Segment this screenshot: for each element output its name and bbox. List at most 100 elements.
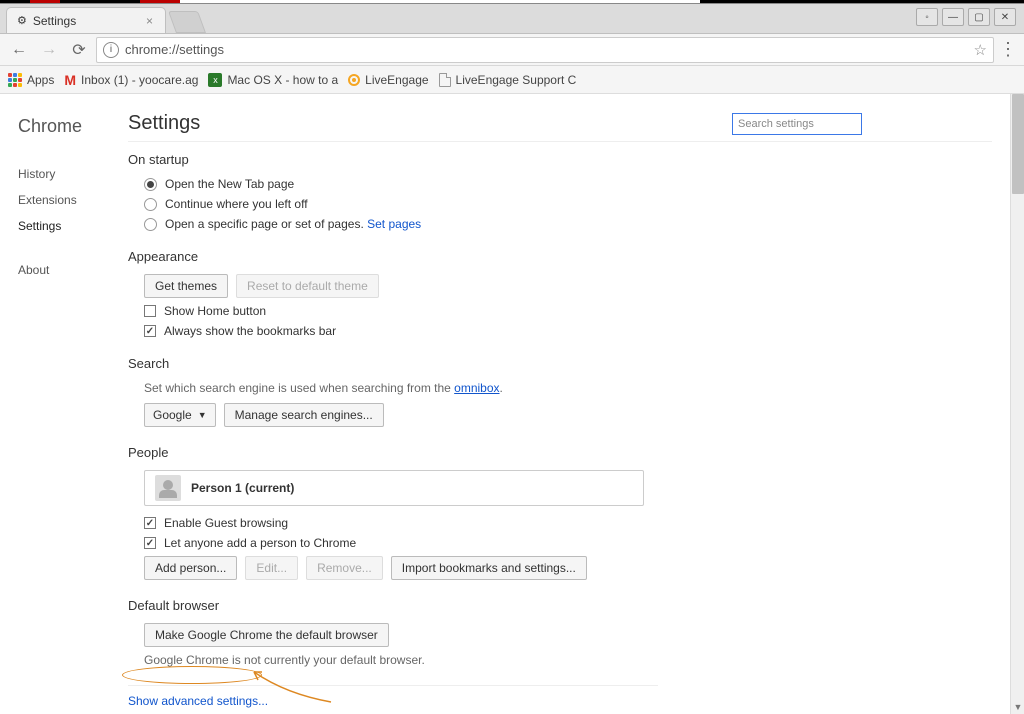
checkbox-icon[interactable]: [144, 517, 156, 529]
reset-theme-button: Reset to default theme: [236, 274, 379, 298]
bookmark-star-icon[interactable]: ☆: [974, 41, 987, 59]
make-default-browser-button[interactable]: Make Google Chrome the default browser: [144, 623, 389, 647]
startup-option-newtab[interactable]: Open the New Tab page: [144, 177, 808, 191]
site-info-icon[interactable]: i: [103, 42, 119, 58]
radio-icon[interactable]: [144, 198, 157, 211]
site-icon: [348, 74, 360, 86]
tab-strip: ⚙ Settings ×: [0, 3, 202, 33]
startup-option-specific[interactable]: Open a specific page or set of pages. Se…: [144, 217, 808, 231]
option-label: Continue where you left off: [165, 197, 308, 211]
option-label: Show Home button: [164, 304, 266, 318]
section-title: Appearance: [128, 249, 808, 264]
omnibox-link[interactable]: omnibox: [454, 381, 499, 395]
default-browser-status: Google Chrome is not currently your defa…: [144, 653, 808, 667]
section-title: People: [128, 445, 808, 460]
guest-browsing-checkbox[interactable]: Enable Guest browsing: [144, 516, 808, 530]
tab-settings[interactable]: ⚙ Settings ×: [6, 7, 166, 33]
avatar-icon: [155, 475, 181, 501]
section-search: Search Set which search engine is used w…: [128, 356, 808, 427]
bookmark-label: Inbox (1) - yoocare.ag: [81, 73, 198, 87]
show-home-checkbox[interactable]: Show Home button: [144, 304, 808, 318]
checkbox-icon[interactable]: [144, 537, 156, 549]
apps-shortcut[interactable]: Apps: [8, 73, 54, 87]
radio-icon[interactable]: [144, 178, 157, 191]
manage-search-engines-button[interactable]: Manage search engines...: [224, 403, 384, 427]
bookmark-bar: Apps M Inbox (1) - yoocare.ag x Mac OS X…: [0, 66, 1024, 94]
anyone-add-person-checkbox[interactable]: Let anyone add a person to Chrome: [144, 536, 808, 550]
site-icon: x: [208, 73, 222, 87]
desc-text: Set which search engine is used when sea…: [144, 381, 454, 395]
settings-main: Settings On startup Open the New Tab pag…: [128, 112, 992, 708]
section-title: Search: [128, 356, 808, 371]
bookmark-label: Mac OS X - how to a: [227, 73, 338, 87]
scroll-down-button[interactable]: ▼: [1012, 700, 1024, 714]
vertical-scrollbar[interactable]: ▲ ▼: [1010, 94, 1024, 714]
chrome-menu-button[interactable]: ⋮: [998, 39, 1018, 60]
divider: [128, 685, 658, 686]
apps-label: Apps: [27, 73, 54, 87]
current-person-card[interactable]: Person 1 (current): [144, 470, 644, 506]
minimize-button[interactable]: —: [942, 8, 964, 26]
section-title: Default browser: [128, 598, 808, 613]
radio-icon[interactable]: [144, 218, 157, 231]
new-tab-button[interactable]: [168, 11, 206, 33]
page-icon: [439, 73, 451, 87]
page-content: Chrome History Extensions Settings About…: [0, 94, 1010, 714]
search-engine-dropdown[interactable]: Google ▼: [144, 403, 216, 427]
checkbox-icon[interactable]: [144, 305, 156, 317]
add-person-button[interactable]: Add person...: [144, 556, 237, 580]
user-icon[interactable]: ◦: [916, 8, 938, 26]
bookmark-liveengage-support[interactable]: LiveEngage Support C: [439, 73, 577, 87]
section-appearance: Appearance Get themes Reset to default t…: [128, 249, 808, 338]
dropdown-value: Google: [153, 408, 192, 422]
page-title: Settings: [128, 112, 200, 135]
forward-button: →: [36, 37, 62, 63]
import-bookmarks-button[interactable]: Import bookmarks and settings...: [391, 556, 587, 580]
browser-toolbar: ← → ⟳ i chrome://settings ☆ ⋮: [0, 34, 1024, 66]
back-button[interactable]: ←: [6, 37, 32, 63]
chevron-down-icon: ▼: [198, 410, 207, 420]
window-controls: ◦ — ▢ ✕: [916, 8, 1016, 26]
settings-sidebar: Chrome History Extensions Settings About: [18, 112, 128, 708]
bookmark-liveengage[interactable]: LiveEngage: [348, 73, 428, 87]
brand-title: Chrome: [18, 116, 128, 137]
omnibox-url: chrome://settings: [125, 42, 224, 57]
option-label: Open a specific page or set of pages.: [165, 217, 367, 231]
sidebar-item-settings[interactable]: Settings: [0, 213, 128, 239]
reload-button[interactable]: ⟳: [66, 37, 92, 63]
show-advanced-settings-link[interactable]: Show advanced settings...: [128, 694, 992, 708]
desc-text: .: [500, 381, 503, 395]
option-label: Let anyone add a person to Chrome: [164, 536, 356, 550]
person-name: Person 1 (current): [191, 481, 294, 495]
search-description: Set which search engine is used when sea…: [144, 381, 808, 395]
close-icon[interactable]: ×: [144, 14, 155, 28]
sidebar-item-extensions[interactable]: Extensions: [18, 187, 128, 213]
apps-icon: [8, 73, 22, 87]
section-default-browser: Default browser Make Google Chrome the d…: [128, 598, 808, 667]
bookmark-label: LiveEngage: [365, 73, 428, 87]
section-people: People Person 1 (current) Enable Guest b…: [128, 445, 808, 580]
section-title: On startup: [128, 152, 808, 167]
gmail-icon: M: [64, 72, 76, 88]
bookmark-inbox[interactable]: M Inbox (1) - yoocare.ag: [64, 72, 198, 88]
get-themes-button[interactable]: Get themes: [144, 274, 228, 298]
set-pages-link[interactable]: Set pages: [367, 217, 421, 231]
edit-person-button: Edit...: [245, 556, 298, 580]
close-window-button[interactable]: ✕: [994, 8, 1016, 26]
section-startup: On startup Open the New Tab page Continu…: [128, 152, 808, 231]
bookmark-label: LiveEngage Support C: [456, 73, 577, 87]
option-label: Enable Guest browsing: [164, 516, 288, 530]
bookmark-macosx[interactable]: x Mac OS X - how to a: [208, 73, 338, 87]
tab-title: Settings: [33, 14, 76, 28]
omnibox[interactable]: i chrome://settings ☆: [96, 37, 994, 63]
sidebar-item-about[interactable]: About: [18, 257, 128, 283]
startup-option-continue[interactable]: Continue where you left off: [144, 197, 808, 211]
scroll-thumb[interactable]: [1012, 94, 1024, 194]
search-settings-input[interactable]: [732, 113, 862, 135]
sidebar-item-history[interactable]: History: [18, 161, 128, 187]
option-label: Open the New Tab page: [165, 177, 294, 191]
always-show-bookmarks-checkbox[interactable]: Always show the bookmarks bar: [144, 324, 808, 338]
settings-header: Settings: [128, 112, 992, 142]
maximize-button[interactable]: ▢: [968, 8, 990, 26]
checkbox-icon[interactable]: [144, 325, 156, 337]
